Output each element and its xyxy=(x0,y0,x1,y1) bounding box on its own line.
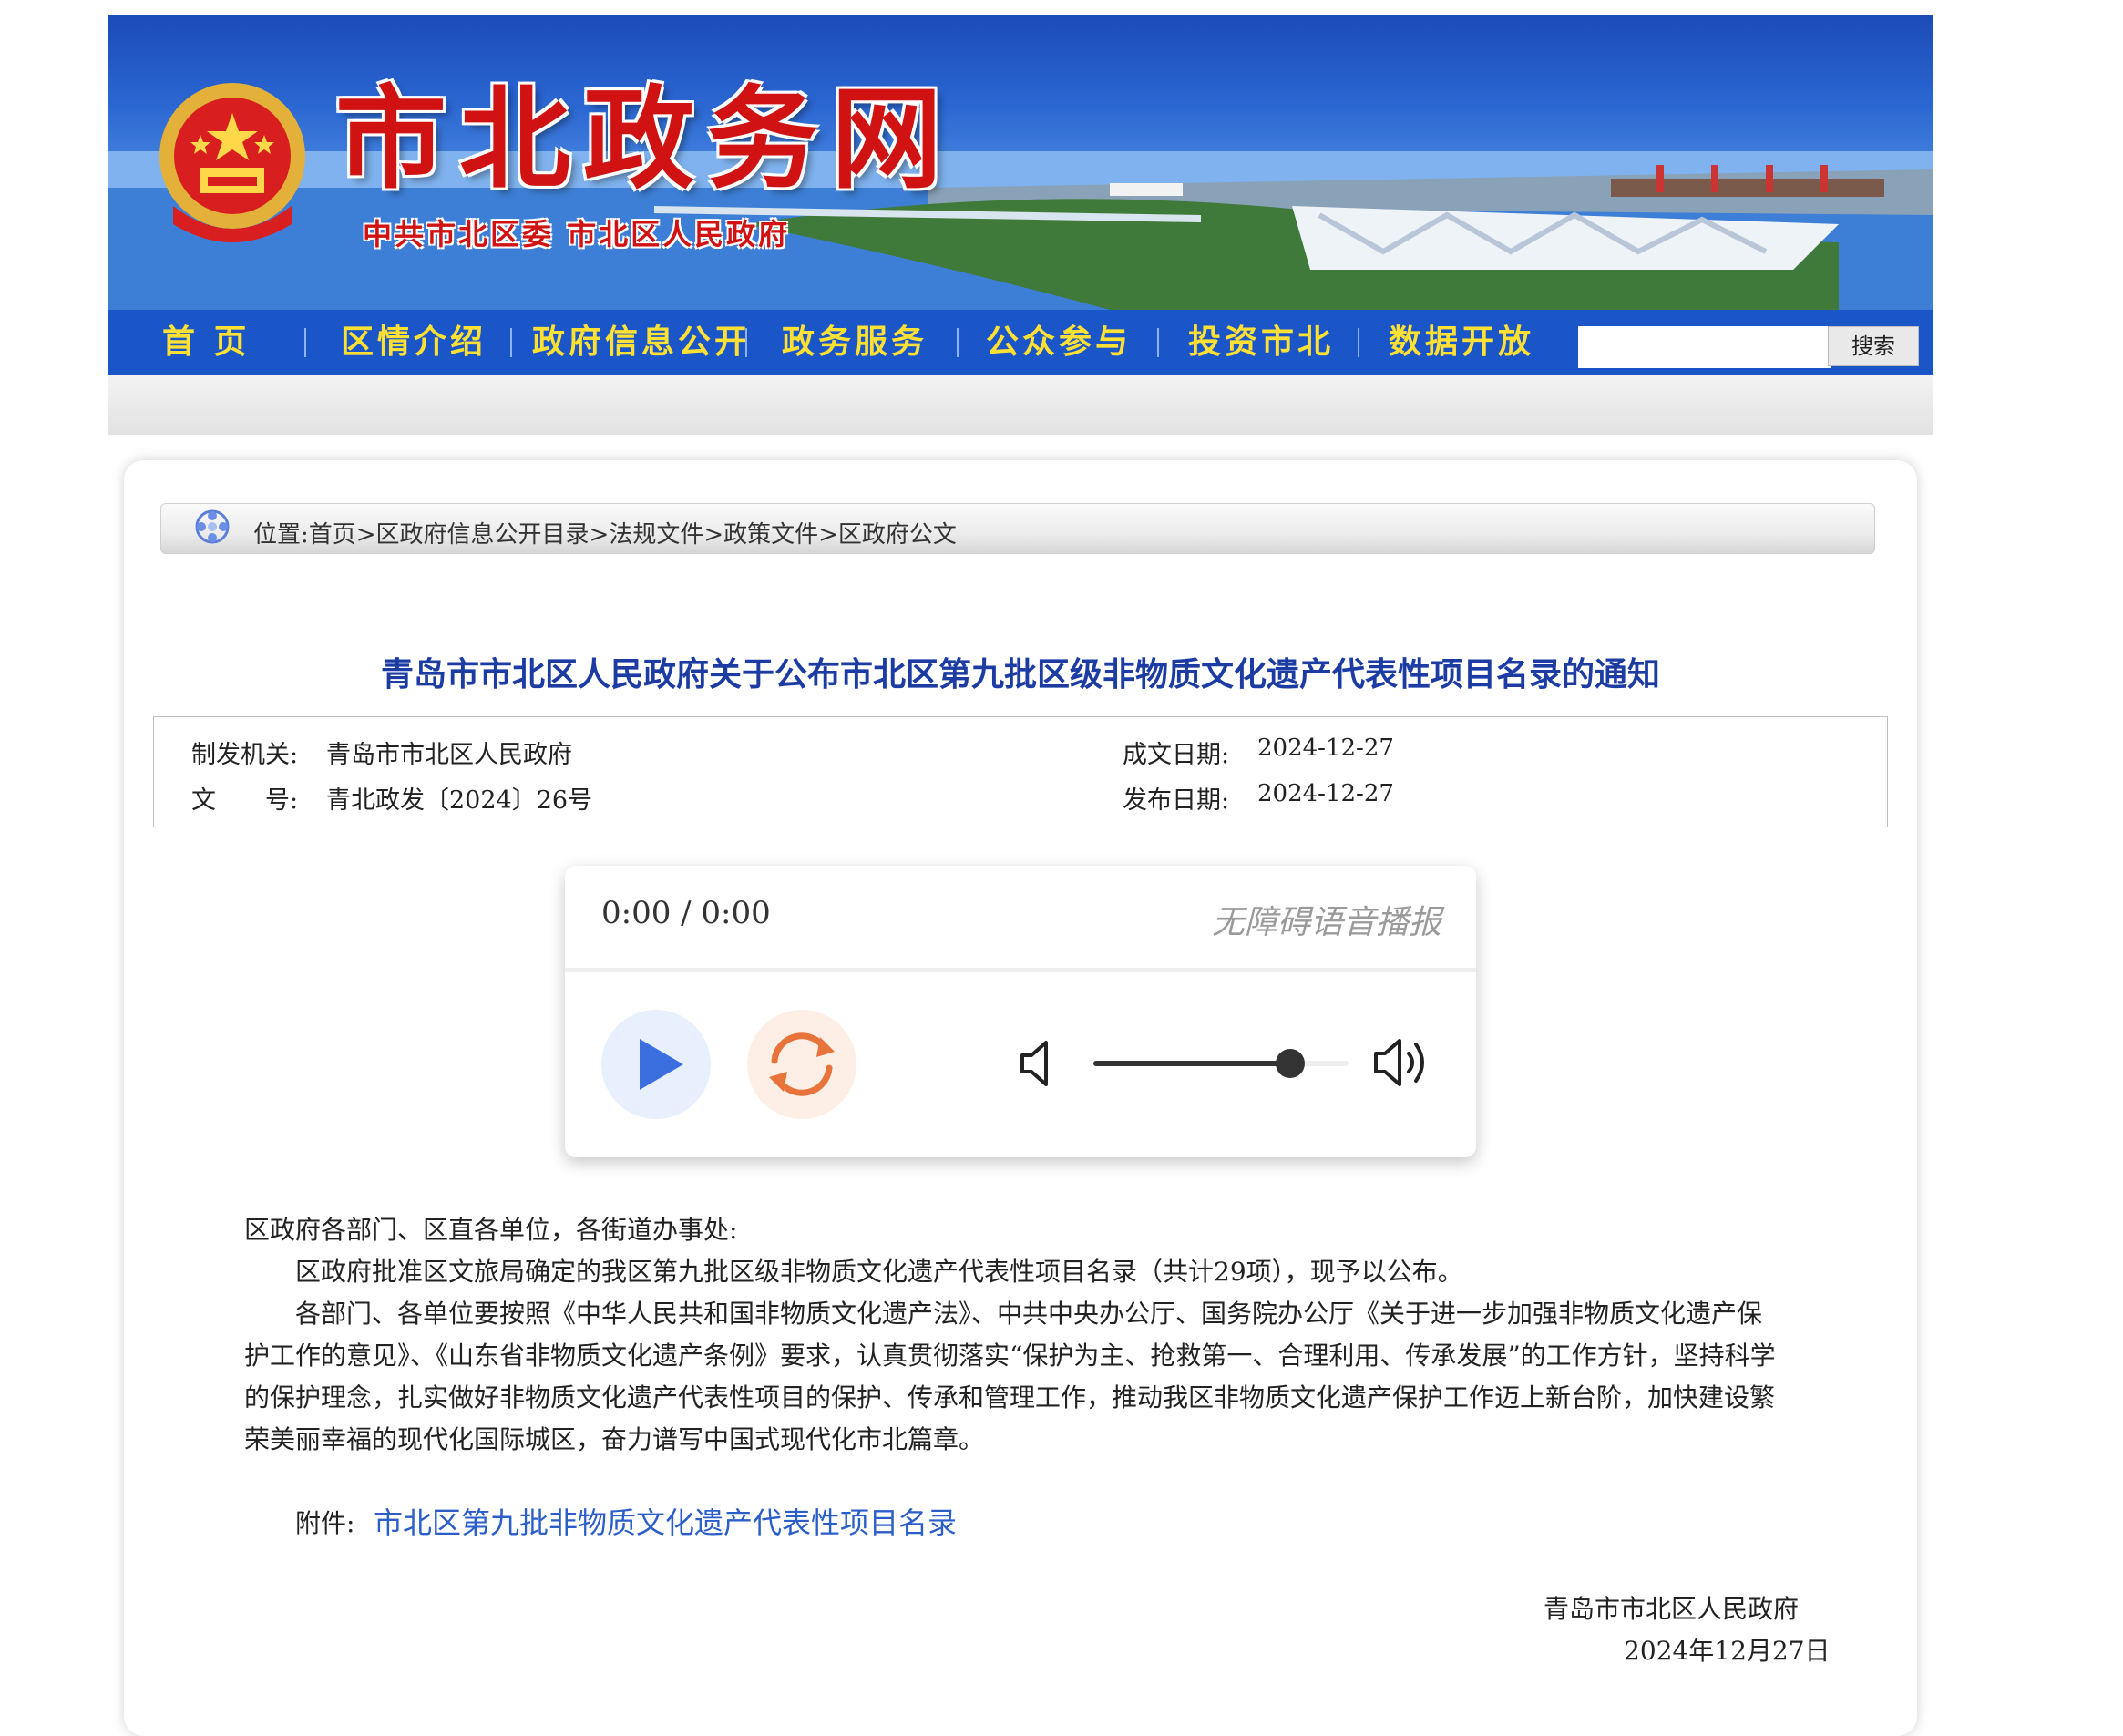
attachment-label: 附件: xyxy=(295,1508,355,1538)
body-line: 护工作的意见》、《山东省非物质文化遗产条例》要求，认真贯彻落实“保护为主、抢救第… xyxy=(244,1341,1776,1371)
play-button[interactable] xyxy=(601,1010,711,1119)
play-icon xyxy=(640,1039,683,1090)
written-date-value: 2024-12-27 xyxy=(1257,734,1394,762)
published-date-value: 2024-12-27 xyxy=(1257,780,1394,807)
nav-separator xyxy=(1358,328,1359,357)
nav-separator xyxy=(510,328,512,357)
document-title: 青岛市市北区人民政府关于公布市北区第九批区级非物质文化遗产代表性项目名录的通知 xyxy=(380,655,1660,693)
doc-number-value: 青北政发〔2024〕26号 xyxy=(326,786,593,815)
nav-separator xyxy=(1157,328,1159,357)
player-time: 0:00 / 0:00 xyxy=(601,895,771,931)
national-emblem-icon xyxy=(159,83,305,242)
written-date-label: 成文日期: xyxy=(1123,741,1230,769)
salutation: 区政府各部门、区直各单位，各街道办事处: xyxy=(244,1215,738,1245)
replay-icon xyxy=(769,1032,835,1096)
site-subtitle: 中共市北区委 市北区人民政府 xyxy=(363,217,791,252)
body-line: 的保护理念，扎实做好非物质文化遗产代表性项目的保护、传承和管理工作，推动我区非物… xyxy=(244,1382,1776,1412)
volume-knob[interactable] xyxy=(1275,1049,1305,1078)
location-pattern-icon xyxy=(195,509,230,544)
player-divider xyxy=(565,968,1476,972)
body-line: 区政府批准区文旅局确定的我区第九批区级非物质文化遗产代表性项目名录（共计29项）… xyxy=(244,1257,1463,1287)
volume-high-icon[interactable] xyxy=(1372,1037,1434,1088)
nav-item-open-data[interactable]: 数据开放 xyxy=(1389,310,1534,375)
replay-button[interactable] xyxy=(747,1010,856,1119)
volume-slider[interactable] xyxy=(1093,1056,1349,1071)
body-line: 荣美丽幸福的现代化国际城区，奋力谱写中国式现代化市北篇章。 xyxy=(244,1424,985,1454)
site-title: 市北政务网 xyxy=(335,73,955,204)
published-date-label: 发布日期: xyxy=(1123,786,1230,815)
doc-number-label: 文 号: xyxy=(191,786,299,815)
nav-separator xyxy=(745,328,747,357)
nav-item-public-participation[interactable]: 公众参与 xyxy=(986,310,1132,375)
player-caption: 无障碍语音播报 xyxy=(1212,904,1442,941)
nav-separator xyxy=(957,328,959,357)
nav-item-gov-info[interactable]: 政府信息公开 xyxy=(532,310,751,375)
attachment-link[interactable]: 市北区第九批非物质文化遗产代表性项目名录 xyxy=(374,1500,957,1542)
volume-low-icon[interactable] xyxy=(1019,1039,1059,1088)
search-button[interactable]: 搜索 xyxy=(1828,326,1919,366)
signature-organization: 青岛市市北区人民政府 xyxy=(1544,1594,1800,1624)
nav-item-district-intro[interactable]: 区情介绍 xyxy=(341,310,487,375)
signature-date: 2024年12月27日 xyxy=(1624,1636,1831,1666)
search-input[interactable] xyxy=(1578,326,1831,368)
sub-nav-bar xyxy=(108,375,1933,435)
nav-item-invest[interactable]: 投资市北 xyxy=(1188,310,1334,375)
volume-fill xyxy=(1093,1061,1290,1066)
issuer-label: 制发机关: xyxy=(191,741,299,769)
issuer-value: 青岛市市北区人民政府 xyxy=(326,741,572,769)
body-line: 各部门、各单位要按照《中华人民共和国非物质文化遗产法》、中共中央办公厅、国务院办… xyxy=(244,1299,1763,1329)
site-header-banner: 市北政务网 中共市北区委 市北区人民政府 xyxy=(108,15,1933,310)
nav-separator xyxy=(304,328,306,357)
nav-item-home[interactable]: 首 页 xyxy=(162,310,251,375)
nav-item-gov-services[interactable]: 政务服务 xyxy=(782,310,928,375)
breadcrumb: 位置:首页>区政府信息公开目录>法规文件>政策文件>区政府公文 xyxy=(253,521,957,549)
